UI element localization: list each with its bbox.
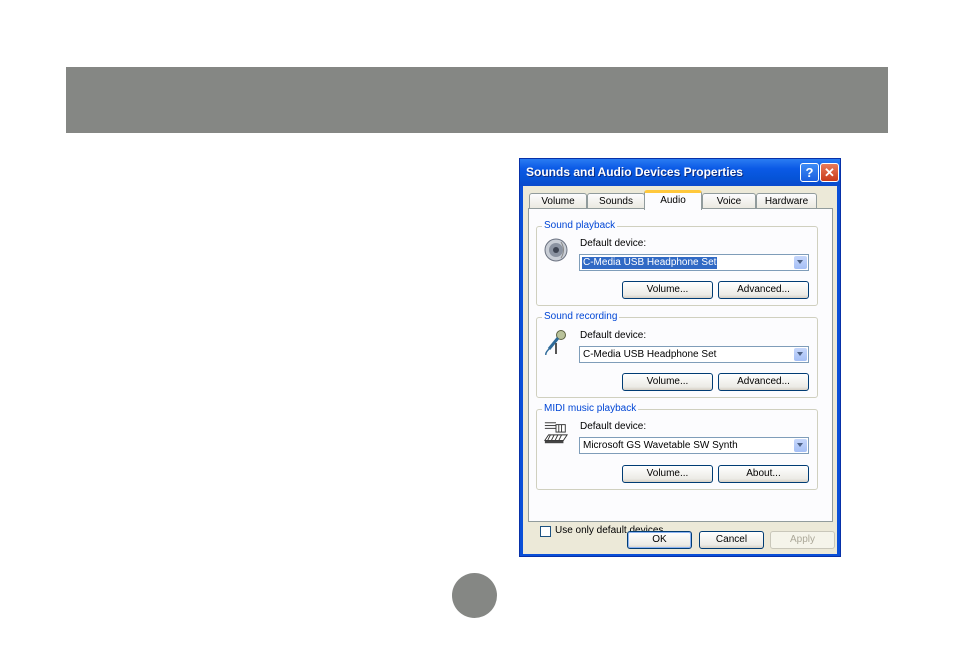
midi-playback-group: MIDI music playback Default device: Micr… xyxy=(536,403,818,490)
sound-recording-group: Sound recording Default device: C-Media … xyxy=(536,311,818,398)
dialog-title: Sounds and Audio Devices Properties xyxy=(526,165,743,179)
recording-volume-button[interactable]: Volume... xyxy=(622,373,713,391)
tab-volume[interactable]: Volume xyxy=(529,193,587,209)
sound-recording-legend: Sound recording xyxy=(542,311,620,322)
sound-playback-group: Sound playback Default device: C-Media U… xyxy=(536,220,818,306)
page-number-circle xyxy=(452,573,497,618)
playback-device-label: Default device: xyxy=(580,238,647,249)
use-default-devices-checkbox[interactable] xyxy=(540,526,551,537)
cancel-button[interactable]: Cancel xyxy=(699,531,764,549)
playback-device-value: C-Media USB Headphone Set xyxy=(582,257,718,269)
midi-volume-button[interactable]: Volume... xyxy=(622,465,713,483)
close-button[interactable]: ✕ xyxy=(820,163,839,182)
recording-device-select[interactable]: C-Media USB Headphone Set xyxy=(579,346,809,363)
chevron-down-icon[interactable] xyxy=(794,256,807,269)
midi-device-select[interactable]: Microsoft GS Wavetable SW Synth xyxy=(579,437,809,454)
microphone-icon xyxy=(545,330,566,355)
midi-device-label: Default device: xyxy=(580,421,647,432)
chevron-down-icon[interactable] xyxy=(794,439,807,452)
dialog-client: Volume Sounds Audio Voice Hardware Sound… xyxy=(523,186,837,554)
midi-about-button[interactable]: About... xyxy=(718,465,809,483)
playback-volume-button[interactable]: Volume... xyxy=(622,281,713,299)
tab-voice[interactable]: Voice xyxy=(702,193,756,209)
tab-hardware[interactable]: Hardware xyxy=(756,193,817,209)
midi-playback-legend: MIDI music playback xyxy=(542,403,639,414)
chevron-down-icon[interactable] xyxy=(794,348,807,361)
recording-device-label: Default device: xyxy=(580,330,647,341)
help-button[interactable]: ? xyxy=(800,163,819,182)
sounds-audio-dialog: Sounds and Audio Devices Properties ? ✕ … xyxy=(519,158,841,557)
title-bar[interactable]: Sounds and Audio Devices Properties ? ✕ xyxy=(520,159,840,186)
playback-advanced-button[interactable]: Advanced... xyxy=(718,281,809,299)
apply-button[interactable]: Apply xyxy=(770,531,835,549)
recording-device-value: C-Media USB Headphone Set xyxy=(583,349,717,360)
header-banner xyxy=(66,67,888,133)
midi-device-value: Microsoft GS Wavetable SW Synth xyxy=(583,440,738,451)
playback-device-select[interactable]: C-Media USB Headphone Set xyxy=(579,254,809,271)
ok-button[interactable]: OK xyxy=(627,531,692,549)
speaker-icon xyxy=(544,238,568,262)
midi-keyboard-icon xyxy=(543,422,569,444)
tab-audio[interactable]: Audio xyxy=(644,190,702,210)
tab-sounds[interactable]: Sounds xyxy=(587,193,645,209)
sound-playback-legend: Sound playback xyxy=(542,220,618,231)
recording-advanced-button[interactable]: Advanced... xyxy=(718,373,809,391)
